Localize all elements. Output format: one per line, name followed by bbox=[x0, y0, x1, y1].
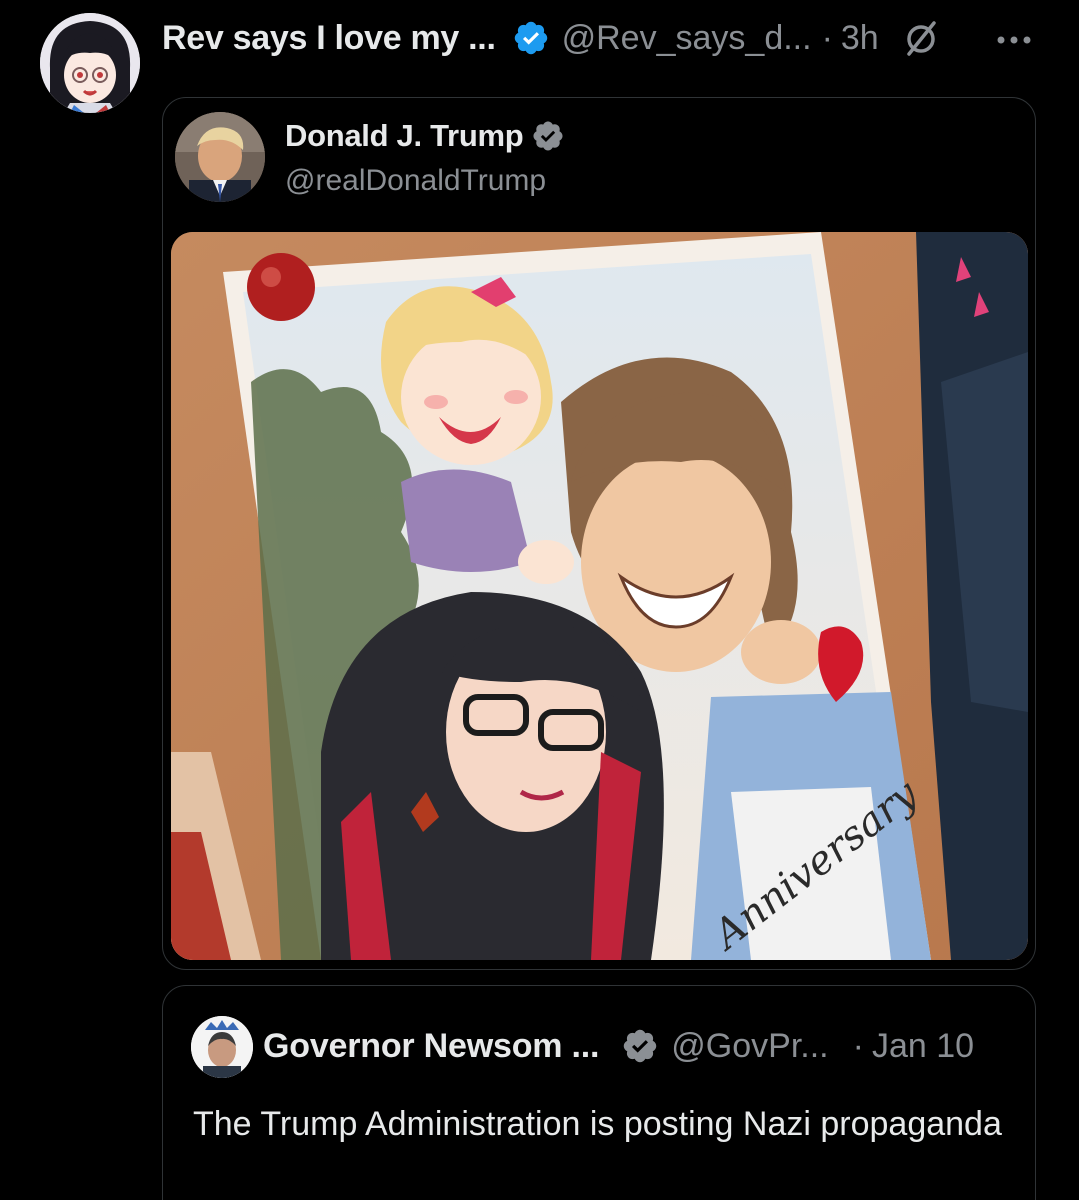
second-quoted-author-avatar[interactable] bbox=[191, 1016, 253, 1078]
second-quoted-handle[interactable]: @GovPr... bbox=[671, 1027, 828, 1066]
separator-dot: · bbox=[852, 1026, 864, 1065]
quoted-author-name-row: Donald J. Trump bbox=[285, 118, 565, 154]
post-timeline: Rev says I love my ... @Rev_says_d... · … bbox=[0, 0, 1079, 1200]
author-avatar[interactable] bbox=[40, 13, 140, 113]
verified-badge-icon bbox=[624, 1029, 657, 1063]
second-quoted-post-card[interactable]: Governor Newsom ... @GovPr... · Jan 10 T… bbox=[162, 985, 1036, 1200]
more-icon[interactable] bbox=[993, 20, 1035, 56]
quoted-author-avatar[interactable] bbox=[175, 112, 265, 202]
quoted-post-image[interactable]: Anniversary bbox=[171, 232, 1028, 960]
quoted-post-card[interactable]: Donald J. Trump @realDonaldTrump Anniver… bbox=[162, 97, 1036, 970]
second-quoted-post-header: Governor Newsom ... @GovPr... · Jan 10 bbox=[263, 1024, 1015, 1068]
verified-badge-icon bbox=[514, 21, 547, 55]
second-quoted-author-photo bbox=[191, 1016, 253, 1078]
second-quoted-post-text: The Trump Administration is posting Nazi… bbox=[193, 1105, 1002, 1143]
post-time[interactable]: 3h bbox=[841, 19, 879, 58]
second-quoted-display-name[interactable]: Governor Newsom ... bbox=[263, 1027, 599, 1066]
verified-badge-icon bbox=[533, 121, 563, 151]
author-avatar-illustration bbox=[40, 13, 140, 113]
author-display-name[interactable]: Rev says I love my ... bbox=[162, 19, 496, 58]
anime-family-illustration: Anniversary bbox=[171, 232, 1028, 960]
mute-icon[interactable] bbox=[901, 18, 941, 58]
quoted-author-photo bbox=[175, 112, 265, 202]
quoted-author-display-name[interactable]: Donald J. Trump bbox=[285, 118, 524, 154]
quoted-author-handle[interactable]: @realDonaldTrump bbox=[285, 164, 546, 198]
separator-dot: · bbox=[821, 18, 833, 57]
post-header: Rev says I love my ... @Rev_says_d... · … bbox=[162, 14, 1079, 62]
second-quoted-date[interactable]: Jan 10 bbox=[872, 1027, 974, 1066]
author-handle[interactable]: @Rev_says_d... bbox=[562, 19, 812, 58]
